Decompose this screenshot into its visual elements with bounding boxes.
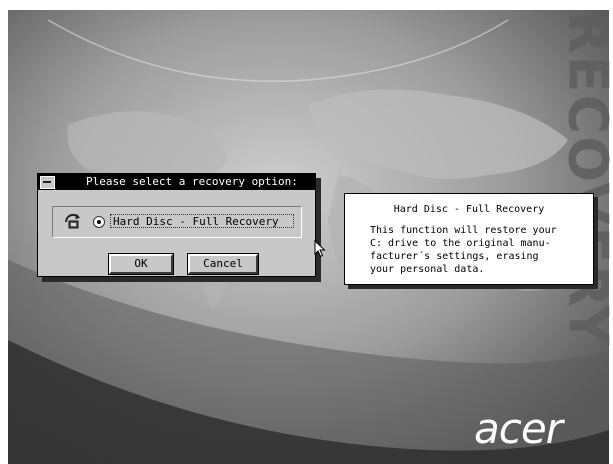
acer-logo: acer <box>474 404 563 453</box>
description-text: This function will restore your C: drive… <box>370 225 557 275</box>
full-recovery-option-label[interactable]: Hard Disc - Full Recovery <box>110 214 294 228</box>
mouse-pointer-icon <box>314 240 326 258</box>
system-menu-icon[interactable] <box>40 176 55 189</box>
dialog-title-bar: Please select a recovery option: <box>38 174 315 190</box>
option-description-panel: Hard Disc - Full Recovery This function … <box>344 193 594 285</box>
ok-button[interactable]: OK <box>108 253 174 275</box>
description-title: Hard Disc - Full Recovery <box>393 204 545 215</box>
dialog-title: Please select a recovery option: <box>86 175 298 188</box>
recovery-options-group: Hard Disc - Full Recovery <box>52 206 302 238</box>
recovery-watermark: RECOVERY <box>556 11 613 347</box>
recovery-option-dialog: Please select a recovery option: Hard Di… <box>37 173 316 277</box>
full-recovery-radio[interactable] <box>93 216 105 228</box>
recovery-icon <box>64 213 80 229</box>
cancel-button[interactable]: Cancel <box>187 253 259 275</box>
